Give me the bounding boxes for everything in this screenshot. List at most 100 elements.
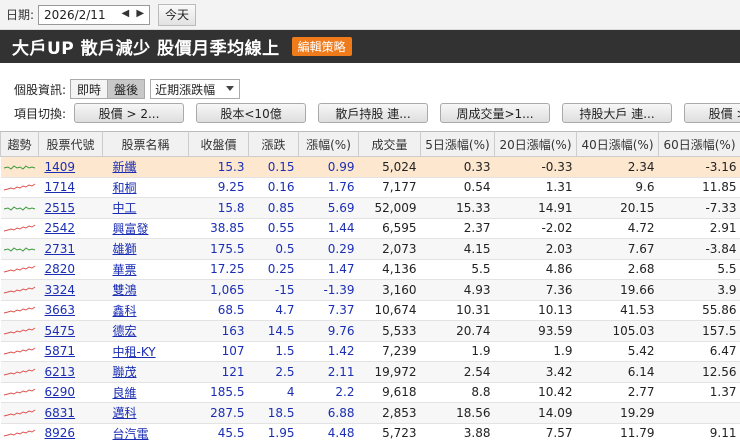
today-button[interactable]: 今天 bbox=[158, 3, 197, 26]
col-header[interactable]: 20日漲幅(%) bbox=[494, 131, 577, 157]
table-row[interactable]: 3324 雙鴻 1,065 -15 -1.39 3,160 4.93 7.36 19.66 3.9 bbox=[0, 279, 740, 301]
col-header[interactable]: 漲幅(%) bbox=[298, 131, 359, 157]
stock-name-link[interactable]: 中工 bbox=[102, 197, 189, 219]
stock-name-link[interactable]: 德宏 bbox=[102, 320, 189, 342]
stock-code-link[interactable]: 5475 bbox=[38, 320, 103, 342]
table-row[interactable]: 6831 邁科 287.5 18.5 6.88 2,853 18.56 14.09 19.29 bbox=[0, 402, 740, 424]
close-price: 107 bbox=[188, 341, 249, 362]
switch-button-6[interactable]: 股價 > 2... bbox=[684, 103, 740, 123]
table-row[interactable]: 5475 德宏 163 14.5 9.76 5,533 20.74 93.59 105.03 15… bbox=[0, 320, 740, 342]
table-row[interactable]: 2820 華票 17.25 0.25 1.47 4,136 5.5 4.86 2.68 5.5 bbox=[0, 259, 740, 280]
table-row[interactable]: 8926 台汽電 45.5 1.95 4.48 5,723 3.88 7.57 11.79 9.1… bbox=[0, 423, 740, 440]
table-row[interactable]: 3663 鑫科 68.5 4.7 7.37 10,674 10.31 10.13 41.53 55… bbox=[0, 300, 740, 321]
table-row[interactable]: 1714 和桐 9.25 0.16 1.76 7,177 0.54 1.31 9.6 11.85 bbox=[0, 177, 740, 198]
stock-name-link[interactable]: 雙鴻 bbox=[102, 279, 189, 301]
stock-code-link[interactable]: 3324 bbox=[38, 279, 103, 301]
stock-code-link[interactable]: 5871 bbox=[38, 341, 103, 362]
table-row[interactable]: 2515 中工 15.8 0.85 5.69 52,009 15.33 14.91 20.15-… bbox=[0, 197, 740, 219]
stock-name-link[interactable]: 良維 bbox=[102, 382, 189, 403]
stock-name-link[interactable]: 華票 bbox=[102, 259, 189, 280]
stock-code-link[interactable]: 2542 bbox=[38, 218, 103, 239]
col-header[interactable]: 趨勢 bbox=[0, 131, 39, 157]
change-60d bbox=[658, 402, 740, 424]
chevron-down-icon bbox=[226, 86, 235, 91]
close-price: 175.5 bbox=[188, 238, 249, 260]
change-5d: 10.31 bbox=[420, 300, 495, 321]
col-header[interactable]: 5日漲幅(%) bbox=[420, 131, 495, 157]
change-40d: 6.14 bbox=[576, 361, 659, 383]
change-5d: 1.9 bbox=[420, 341, 495, 362]
table-row[interactable]: 6290 良維 185.5 4 2.2 9,618 8.8 10.42 2.77 1.37 bbox=[0, 382, 740, 403]
stock-code-link[interactable]: 1409 bbox=[38, 156, 103, 178]
stock-name-link[interactable]: 和桐 bbox=[102, 177, 189, 198]
change-5d: 4.93 bbox=[420, 279, 495, 301]
change-pct: 2.11 bbox=[298, 361, 359, 383]
change-5d: 4.15 bbox=[420, 238, 495, 260]
period-select[interactable]: 近期漲跌幅 bbox=[150, 79, 241, 99]
col-header[interactable]: 60日漲幅(%) bbox=[658, 131, 740, 157]
change-40d: 19.29 bbox=[576, 402, 659, 424]
change-5d: 2.37 bbox=[420, 218, 495, 239]
stock-code-link[interactable]: 3663 bbox=[38, 300, 103, 321]
switch-button-5[interactable]: 持股大戶 連... bbox=[562, 103, 673, 123]
change-60d: -3.16 bbox=[658, 156, 740, 178]
table-row[interactable]: 5871 中租-KY 107 1.5 1.42 7,239 1.9 1.9 5.42 6.47 bbox=[0, 341, 740, 362]
strategy-title: 大戶UP 散戶減少 股價月季均線上 bbox=[12, 39, 280, 59]
change-pct: 4.48 bbox=[298, 423, 359, 440]
stock-code-link[interactable]: 2820 bbox=[38, 259, 103, 280]
change-pct: 2.2 bbox=[298, 382, 359, 403]
stock-code-link[interactable]: 2731 bbox=[38, 238, 103, 260]
mode-realtime-button[interactable]: 即時 bbox=[71, 80, 108, 98]
stock-name-link[interactable]: 新纖 bbox=[102, 156, 189, 178]
stock-name-link[interactable]: 邁科 bbox=[102, 402, 189, 424]
stock-name-link[interactable]: 台汽電 bbox=[102, 423, 189, 440]
col-header[interactable]: 收盤價 bbox=[188, 131, 249, 157]
table-row[interactable]: 2542 興富發 38.85 0.55 1.44 6,595 2.37 -2.02 4.72 2.… bbox=[0, 218, 740, 239]
stock-name-link[interactable]: 雄獅 bbox=[102, 238, 189, 260]
col-header[interactable]: 40日漲幅(%) bbox=[576, 131, 659, 157]
date-input[interactable]: 2026/2/11 ◀ ▶ bbox=[38, 4, 151, 25]
close-price: 38.85 bbox=[188, 218, 249, 239]
edit-strategy-button[interactable]: 編輯策略 bbox=[291, 37, 352, 56]
col-header[interactable]: 成交量 bbox=[358, 131, 421, 157]
stock-code-link[interactable]: 8926 bbox=[38, 423, 103, 440]
stock-code-link[interactable]: 6213 bbox=[38, 361, 103, 383]
col-header[interactable]: 漲跌 bbox=[248, 131, 299, 157]
date-stepper-icon[interactable]: ◀ ▶ bbox=[121, 8, 146, 19]
change-40d: 2.68 bbox=[576, 259, 659, 280]
price-change: 1.5 bbox=[248, 341, 299, 362]
volume: 4,136 bbox=[358, 259, 421, 280]
stock-name-link[interactable]: 興富發 bbox=[102, 218, 189, 239]
table-row[interactable]: 2731 雄獅 175.5 0.5 0.29 2,073 4.15 2.03 7.67 -3.84 bbox=[0, 238, 740, 260]
change-60d: 12.56 bbox=[658, 361, 740, 383]
stock-code-link[interactable]: 2515 bbox=[38, 197, 103, 219]
change-40d: 9.6 bbox=[576, 177, 659, 198]
change-60d: -3.84 bbox=[658, 238, 740, 260]
close-price: 1,065 bbox=[188, 279, 249, 301]
stock-name-link[interactable]: 中租-KY bbox=[102, 341, 189, 362]
change-pct: 1.76 bbox=[298, 177, 359, 198]
price-change: 4.7 bbox=[248, 300, 299, 321]
switch-button-3[interactable]: 散戶持股 連... bbox=[318, 103, 429, 123]
stock-name-link[interactable]: 鑫科 bbox=[102, 300, 189, 321]
table-row[interactable]: 6213 聯茂 121 2.5 2.11 19,972 2.54 3.42 6.14 12.56 bbox=[0, 361, 740, 383]
stock-code-link[interactable]: 6831 bbox=[38, 402, 103, 424]
col-header[interactable]: 股票代號 bbox=[38, 131, 103, 157]
trend-sparkline bbox=[0, 320, 39, 342]
stock-name-link[interactable]: 聯茂 bbox=[102, 361, 189, 383]
switch-button-2[interactable]: 股本<10億 bbox=[196, 103, 307, 123]
table-row[interactable]: 1409 新纖 15.3 0.15 0.99 5,024 0.33 -0.33 2.34 -3.1… bbox=[0, 156, 740, 178]
stock-code-link[interactable]: 1714 bbox=[38, 177, 103, 198]
trend-sparkline bbox=[0, 300, 39, 321]
mode-afterhours-button[interactable]: 盤後 bbox=[107, 80, 145, 98]
volume: 5,723 bbox=[358, 423, 421, 440]
change-60d: 55.86 bbox=[658, 300, 740, 321]
switch-button-4[interactable]: 周成交量>1... bbox=[440, 103, 551, 123]
change-40d: 41.53 bbox=[576, 300, 659, 321]
stock-code-link[interactable]: 6290 bbox=[38, 382, 103, 403]
change-20d: 1.9 bbox=[494, 341, 577, 362]
col-header[interactable]: 股票名稱 bbox=[102, 131, 189, 157]
change-pct: 0.99 bbox=[298, 156, 359, 178]
switch-button-1[interactable]: 股價 > 2... bbox=[74, 103, 185, 123]
close-price: 121 bbox=[188, 361, 249, 383]
